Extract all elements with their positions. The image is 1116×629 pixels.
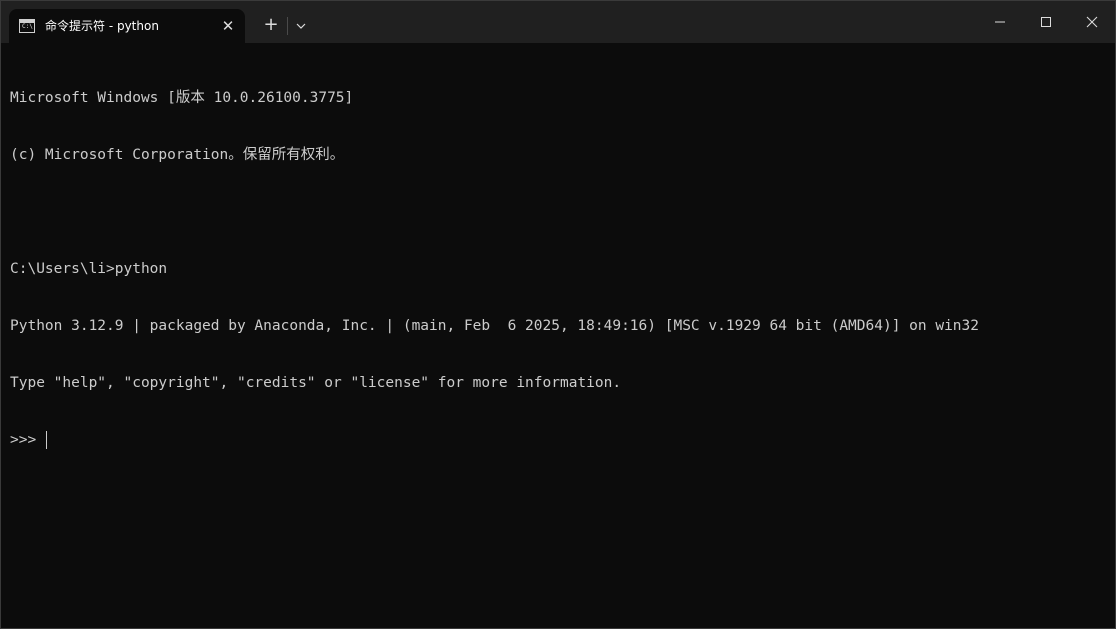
prompt-line[interactable]: >>> — [10, 431, 1105, 450]
tab-separator — [287, 17, 288, 35]
terminal-window: C:\ 命令提示符 - python ✕ + Microsoft Windows… — [0, 0, 1116, 629]
close-window-button[interactable] — [1069, 1, 1115, 43]
python-prompt: >>> — [10, 432, 45, 448]
chevron-down-icon — [296, 23, 306, 29]
console-line: (c) Microsoft Corporation。保留所有权利。 — [10, 147, 345, 163]
console-output[interactable]: Microsoft Windows [版本 10.0.26100.3775] (… — [10, 51, 1105, 488]
minimize-glyph-icon — [995, 21, 1005, 23]
tab-command-prompt[interactable]: C:\ 命令提示符 - python ✕ — [9, 9, 245, 43]
console-line: Type "help", "copyright", "credits" or "… — [10, 375, 622, 391]
console-line: C:\Users\li>python — [10, 261, 168, 277]
text-cursor — [45, 431, 48, 449]
minimize-button-area[interactable] — [977, 1, 1023, 43]
tab-dropdown-button[interactable] — [291, 14, 311, 38]
title-bar[interactable]: C:\ 命令提示符 - python ✕ + — [1, 1, 1115, 43]
maximize-icon — [1041, 17, 1051, 27]
maximize-button[interactable] — [1023, 1, 1069, 43]
cmd-icon: C:\ — [19, 19, 35, 33]
new-tab-button[interactable]: + — [259, 13, 283, 37]
tab-title: 命令提示符 - python — [45, 19, 159, 33]
console-line: Python 3.12.9 | packaged by Anaconda, In… — [10, 318, 980, 334]
close-icon — [1086, 16, 1098, 28]
tab-close-button[interactable]: ✕ — [217, 15, 239, 37]
cmd-icon-label: C:\ — [22, 23, 33, 30]
console-line: Microsoft Windows [版本 10.0.26100.3775] — [10, 90, 354, 106]
